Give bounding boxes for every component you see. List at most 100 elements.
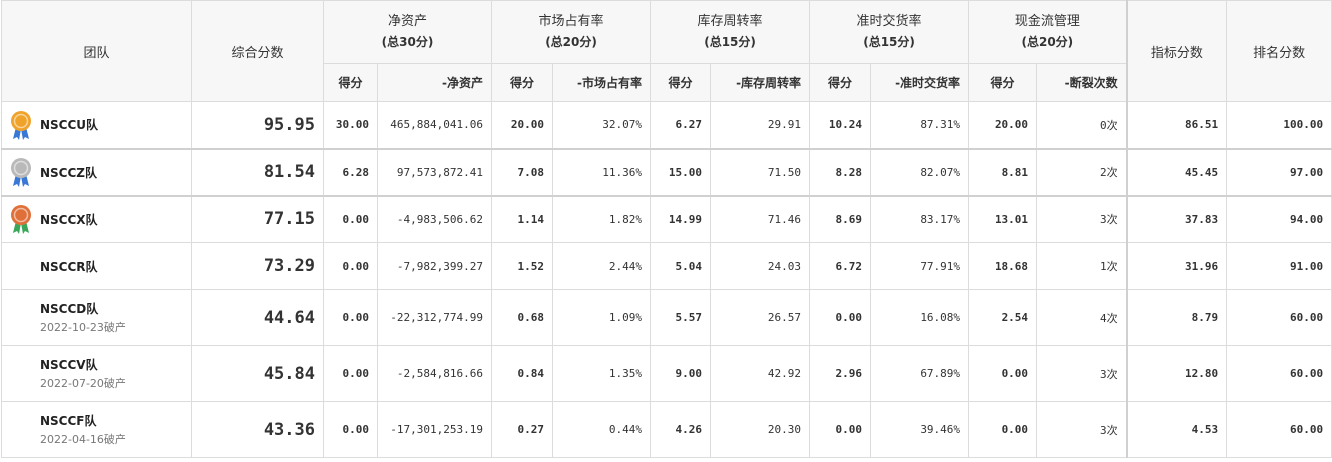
rank-score: 100.00 [1226, 101, 1332, 149]
team-name[interactable]: NSCCU队 [40, 116, 98, 133]
inventory-turnover-value: 24.03 [710, 242, 811, 290]
market-share-score: 20.00 [491, 101, 554, 149]
gold-medal-icon [8, 110, 34, 140]
team-name[interactable]: NSCCF队 [40, 412, 126, 429]
net-assets-value: 97,573,872.41 [376, 147, 493, 196]
subheader-score[interactable]: 得分 [809, 63, 872, 102]
cashflow-score: 18.68 [968, 242, 1038, 290]
cashflow-score: 8.81 [968, 147, 1038, 196]
rank-score: 97.00 [1226, 147, 1332, 196]
header-indicator[interactable]: 指标分数 [1125, 0, 1228, 102]
cashflow-score: 2.54 [968, 289, 1038, 346]
bankruptcy-date: 2022-10-23破产 [40, 321, 126, 334]
rank-score: 94.00 [1226, 194, 1332, 243]
subheader-score[interactable]: 得分 [968, 63, 1038, 102]
table-row[interactable]: NSCCD队 2022-10-23破产 44.64 0.00 -22,312,774.9… [1, 289, 1332, 346]
indicator-score: 8.79 [1125, 289, 1228, 346]
team-cell: NSCCU队 [1, 101, 192, 149]
ontime-delivery-value: 82.07% [870, 147, 970, 196]
cashflow-score: 13.01 [968, 194, 1038, 243]
total-score: 77.15 [191, 194, 324, 243]
net-assets-value: -22,312,774.99 [376, 289, 493, 346]
market-share-value: 32.07% [552, 101, 652, 149]
team-name[interactable]: NSCCD队 [40, 300, 126, 317]
break-count-value: 3次 [1036, 345, 1128, 402]
inventory-turnover-value: 71.50 [710, 147, 811, 196]
header-total[interactable]: 综合分数 [191, 0, 324, 102]
subheader-ontime-delivery[interactable]: -准时交货率 [870, 63, 970, 102]
break-count-value: 3次 [1036, 401, 1128, 458]
ontime-delivery-value: 83.17% [870, 194, 970, 243]
ontime-delivery-score: 8.69 [809, 194, 872, 243]
header-group-market-share: 市场占有率 (总20分) [491, 0, 652, 64]
group-title: 现金流管理 [1014, 14, 1080, 29]
subheader-score[interactable]: 得分 [323, 63, 378, 102]
group-sub: (总30分) [381, 35, 434, 49]
table-header: 团队 综合分数 净资产 (总30分) 市场占有率 (总20分) 库存周转率 (总… [1, 0, 1332, 102]
team-text: NSCCV队 2022-07-20破产 [40, 356, 126, 391]
team-name[interactable]: NSCCR队 [40, 258, 98, 275]
net-assets-value: -7,982,399.27 [376, 242, 493, 290]
market-share-score: 0.68 [491, 289, 554, 346]
team-text: NSCCR队 [40, 258, 98, 275]
bankruptcy-date: 2022-04-16破产 [40, 433, 126, 446]
inventory-turnover-value: 71.46 [710, 194, 811, 243]
subheader-inventory-turnover[interactable]: -库存周转率 [710, 63, 811, 102]
indicator-score: 45.45 [1125, 147, 1228, 196]
header-rank[interactable]: 排名分数 [1226, 0, 1332, 102]
net-assets-score: 0.00 [323, 242, 378, 290]
team-cell: NSCCX队 [1, 194, 192, 243]
team-text: NSCCZ队 [40, 164, 97, 181]
group-title: 净资产 [388, 14, 428, 29]
team-text: NSCCF队 2022-04-16破产 [40, 412, 126, 447]
market-share-value: 0.44% [552, 401, 652, 458]
net-assets-value: -17,301,253.19 [376, 401, 493, 458]
subheader-break-count[interactable]: -断裂次数 [1036, 63, 1128, 102]
net-assets-value: -2,584,816.66 [376, 345, 493, 402]
table-row[interactable]: NSCCU队 95.95 30.00 465,884,041.06 20.00 32.07… [1, 101, 1332, 149]
table-row[interactable]: NSCCF队 2022-04-16破产 43.36 0.00 -17,301,253.1… [1, 401, 1332, 458]
indicator-score: 86.51 [1125, 101, 1228, 149]
subheader-net-assets[interactable]: -净资产 [376, 63, 493, 102]
subheader-score[interactable]: 得分 [491, 63, 554, 102]
team-name[interactable]: NSCCZ队 [40, 164, 97, 181]
table-row[interactable]: NSCCZ队 81.54 6.28 97,573,872.41 7.08 11.36% 15… [1, 147, 1332, 196]
table-row[interactable]: NSCCR队 73.29 0.00 -7,982,399.27 1.52 2.44% 5.0… [1, 242, 1332, 290]
subheader-score[interactable]: 得分 [650, 63, 712, 102]
rank-score: 60.00 [1226, 345, 1332, 402]
table-row[interactable]: NSCCX队 77.15 0.00 -4,983,506.62 1.14 1.82% 14.… [1, 194, 1332, 243]
team-cell: NSCCD队 2022-10-23破产 [1, 289, 192, 346]
header-group-net-assets: 净资产 (总30分) [322, 0, 493, 64]
rank-score: 60.00 [1226, 289, 1332, 346]
market-share-score: 0.27 [491, 401, 554, 458]
rank-score: 60.00 [1226, 401, 1332, 458]
net-assets-score: 0.00 [323, 345, 378, 402]
market-share-value: 1.35% [552, 345, 652, 402]
net-assets-score: 30.00 [323, 101, 378, 149]
subheader-market-share[interactable]: -市场占有率 [552, 63, 652, 102]
table-body: NSCCU队 95.95 30.00 465,884,041.06 20.00 32.07… [1, 101, 1332, 458]
team-name[interactable]: NSCCV队 [40, 356, 126, 373]
header-team[interactable]: 团队 [1, 0, 192, 102]
header-group-cashflow: 现金流管理 (总20分) [968, 0, 1128, 64]
team-cell: NSCCZ队 [1, 147, 192, 196]
break-count-value: 2次 [1036, 147, 1128, 196]
net-assets-value: -4,983,506.62 [376, 194, 493, 243]
table-row[interactable]: NSCCV队 2022-07-20破产 45.84 0.00 -2,584,816.66… [1, 345, 1332, 402]
indicator-score: 4.53 [1125, 401, 1228, 458]
team-name[interactable]: NSCCX队 [40, 211, 98, 228]
total-score: 73.29 [191, 242, 324, 290]
team-text: NSCCX队 [40, 211, 98, 228]
ontime-delivery-value: 87.31% [870, 101, 970, 149]
total-score: 81.54 [191, 147, 324, 196]
group-title: 市场占有率 [538, 14, 604, 29]
team-cell: NSCCF队 2022-04-16破产 [1, 401, 192, 458]
market-share-score: 0.84 [491, 345, 554, 402]
net-assets-score: 0.00 [323, 401, 378, 458]
group-sub: (总15分) [704, 35, 756, 49]
ontime-delivery-score: 6.72 [809, 242, 872, 290]
ontime-delivery-value: 16.08% [870, 289, 970, 346]
market-share-score: 1.52 [491, 242, 554, 290]
team-cell: NSCCR队 [1, 242, 192, 290]
cashflow-score: 0.00 [968, 345, 1038, 402]
